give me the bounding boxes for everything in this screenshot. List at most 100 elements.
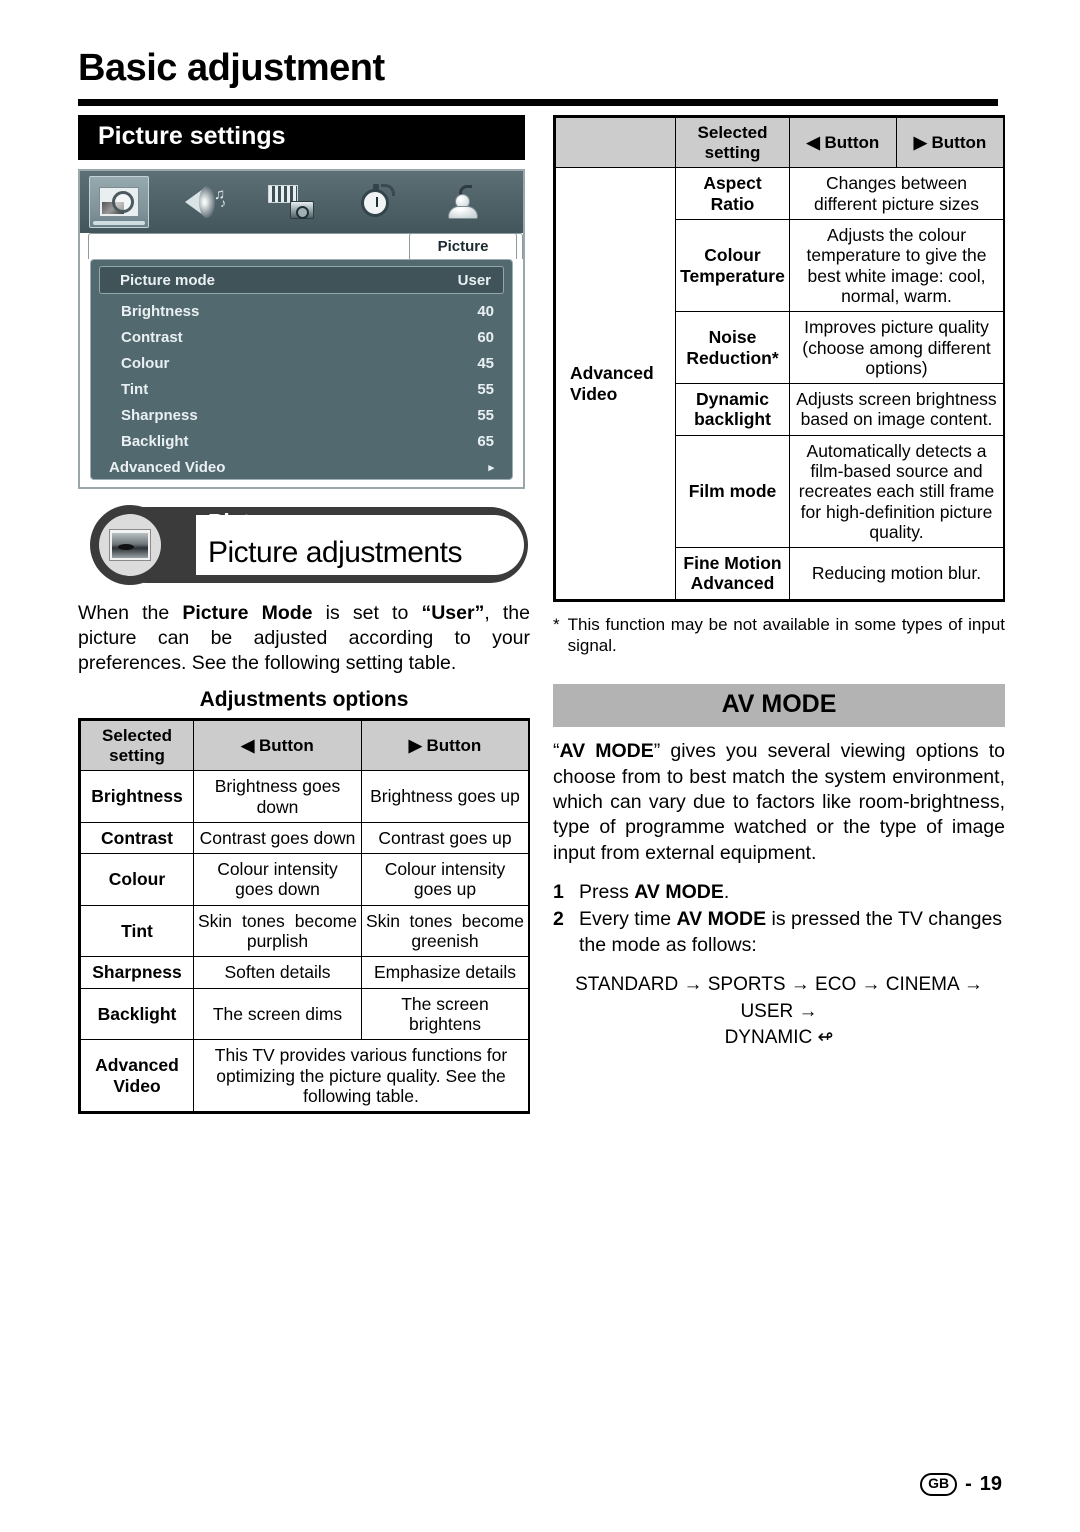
osd-row-label: Contrast (121, 328, 183, 346)
row-setting: Sharpness (80, 956, 194, 989)
banner-badge-inner (99, 514, 161, 576)
row-setting: Colour Temperature (675, 219, 790, 313)
row-description: Changes between different picture sizes (789, 167, 1004, 221)
section-bar-picture-settings: Picture settings (78, 115, 525, 160)
row-right-desc: Contrast goes up (361, 821, 529, 855)
step-text: Every time AV MODE is pressed the TV cha… (579, 908, 1003, 956)
av-mode-sequence-line-1: STANDARD → SPORTS → ECO → CINEMA → USER … (575, 974, 983, 1022)
osd-row-value: 45 (477, 354, 494, 372)
col-header-selected-setting: Selected setting (675, 116, 790, 169)
user-setup-icon[interactable] (433, 176, 493, 228)
osd-row-picture-mode[interactable]: Picture mode User (99, 266, 504, 294)
row-setting: Aspect Ratio (675, 167, 790, 221)
header-line-2: setting (109, 745, 165, 765)
osd-row-label: Colour (121, 354, 170, 372)
table-row-advanced-video: Advanced Video This TV provides various … (80, 1039, 529, 1113)
osd-tab-row: Picture (80, 233, 523, 259)
table-row: Sharpness Soften details Emphasize detai… (80, 956, 529, 989)
row-setting: Backlight (80, 987, 194, 1041)
row-left-desc: Skin tones become purplish (193, 904, 362, 958)
step-item: 1 Press AV MODE. (553, 880, 1005, 905)
title-divider (78, 99, 998, 106)
adjustments-options-table-box: Selected setting ◀ Button ▶ Button Brigh… (78, 717, 530, 1115)
osd-row-value: 55 (477, 380, 494, 398)
av-mode-steps: 1 Press AV MODE. 2 Every time AV MODE is… (553, 880, 1005, 958)
row-setting: Colour (80, 853, 194, 906)
header-line-1: Selected (102, 725, 172, 745)
picture-adjustments-banner: Picture Picture adjustments (78, 505, 530, 585)
osd-menu-panel: Picture mode User Brightness 40 Contrast… (90, 259, 513, 480)
group-label-line-2: Video (570, 383, 618, 404)
setting-line-2: Video (113, 1075, 161, 1096)
row-description: Adjusts the colour temperature to give t… (789, 219, 1004, 313)
timer-icon[interactable] (347, 176, 407, 228)
row-right-desc: The screen brightens (361, 987, 529, 1041)
picture-mode-description: When the Picture Mode is set to “User”, … (78, 602, 530, 674)
osd-row-backlight[interactable]: Backlight 65 (91, 428, 512, 454)
row-setting: Brightness (80, 770, 194, 823)
sound-icon[interactable]: ♫ ♪ (175, 176, 235, 228)
col-header-left-button: ◀ Button (789, 116, 897, 169)
osd-row-label: Picture mode (120, 271, 216, 289)
left-column: Picture settings ♫ ♪ Picture Picture mod… (78, 115, 530, 1115)
row-setting: Contrast (80, 821, 194, 855)
advanced-video-footnote: * This function may be not available in … (553, 614, 1005, 657)
right-column: Selected setting ◀ Button ▶ Button Advan… (553, 115, 1005, 1052)
osd-row-colour[interactable]: Colour 45 (91, 350, 512, 376)
manual-page: Basic adjustment Picture settings ♫ ♪ Pi… (0, 0, 1080, 1532)
step-text: Press AV MODE. (579, 881, 730, 903)
table-row: Brightness Brightness goes down Brightne… (80, 770, 529, 823)
table-header-row: Selected setting ◀ Button ▶ Button (80, 719, 529, 772)
av-mode-sequence-line-2: DYNAMIC ↫ (724, 1027, 834, 1049)
page-title: Basic adjustment (78, 47, 385, 89)
osd-row-contrast[interactable]: Contrast 60 (91, 324, 512, 350)
row-setting: Tint (80, 904, 194, 958)
av-mode-section-bar: AV MODE (553, 684, 1005, 728)
av-input-icon[interactable] (261, 176, 321, 228)
osd-row-advanced-video[interactable]: Advanced Video ▸ (91, 454, 512, 480)
step-number: 2 (553, 908, 564, 931)
row-left-desc: Contrast goes down (193, 821, 362, 855)
banner-badge (90, 505, 170, 585)
osd-row-label: Backlight (121, 432, 189, 450)
row-left-desc: Brightness goes down (193, 770, 362, 823)
osd-row-sharpness[interactable]: Sharpness 55 (91, 402, 512, 428)
osd-icon-bar: ♫ ♪ (80, 171, 523, 233)
row-left-desc: Soften details (193, 956, 362, 989)
footnote-marker: * (553, 614, 560, 634)
row-description: Automatically detects a film-based sourc… (789, 434, 1004, 549)
row-setting: Advanced Video (80, 1039, 194, 1113)
row-setting: Fine Motion Advanced (675, 547, 790, 600)
group-label-line-1: Advanced (570, 363, 654, 384)
av-mode-sequence: STANDARD → SPORTS → ECO → CINEMA → USER … (553, 972, 1005, 1052)
osd-row-tint[interactable]: Tint 55 (91, 376, 512, 402)
header-line-2: setting (704, 142, 761, 162)
row-right-desc: Brightness goes up (361, 770, 529, 823)
table-row: Advanced Video Aspect Ratio Changes betw… (555, 167, 1004, 600)
col-header-right-button: ▶ Button (896, 116, 1004, 169)
page-footer: GB - 19 (920, 1473, 1002, 1496)
banner-title-label: Picture adjustments (208, 536, 462, 569)
osd-row-label: Sharpness (121, 406, 198, 424)
picture-icon[interactable] (89, 176, 149, 228)
osd-tab-picture[interactable]: Picture (409, 233, 517, 259)
adjustments-options-table: Selected setting ◀ Button ▶ Button Brigh… (80, 719, 529, 1113)
table-header-row: Selected setting ◀ Button ▶ Button (555, 116, 1004, 169)
footer-separator: - (965, 1473, 972, 1495)
row-right-desc: Skin tones become greenish (361, 904, 529, 958)
table-row: Tint Skin tones become purplish Skin ton… (80, 904, 529, 958)
osd-row-value: 40 (477, 302, 494, 320)
page-number: 19 (979, 1473, 1002, 1495)
row-setting: Dynamic backlight (675, 383, 790, 436)
step-item: 2 Every time AV MODE is pressed the TV c… (553, 907, 1005, 958)
row-right-desc: Emphasize details (361, 956, 529, 989)
col-header-selected-setting: Selected setting (80, 719, 194, 772)
row-setting: Noise Reduction* (675, 311, 790, 385)
table-row: Contrast Contrast goes down Contrast goe… (80, 821, 529, 855)
osd-row-value: 60 (477, 328, 494, 346)
col-header-left-button: ◀ Button (193, 719, 362, 772)
osd-row-label: Brightness (121, 302, 200, 320)
advanced-video-table: Selected setting ◀ Button ▶ Button Advan… (555, 116, 1004, 600)
av-mode-description: “AV MODE” gives you several viewing opti… (553, 740, 1005, 864)
osd-row-brightness[interactable]: Brightness 40 (91, 298, 512, 324)
